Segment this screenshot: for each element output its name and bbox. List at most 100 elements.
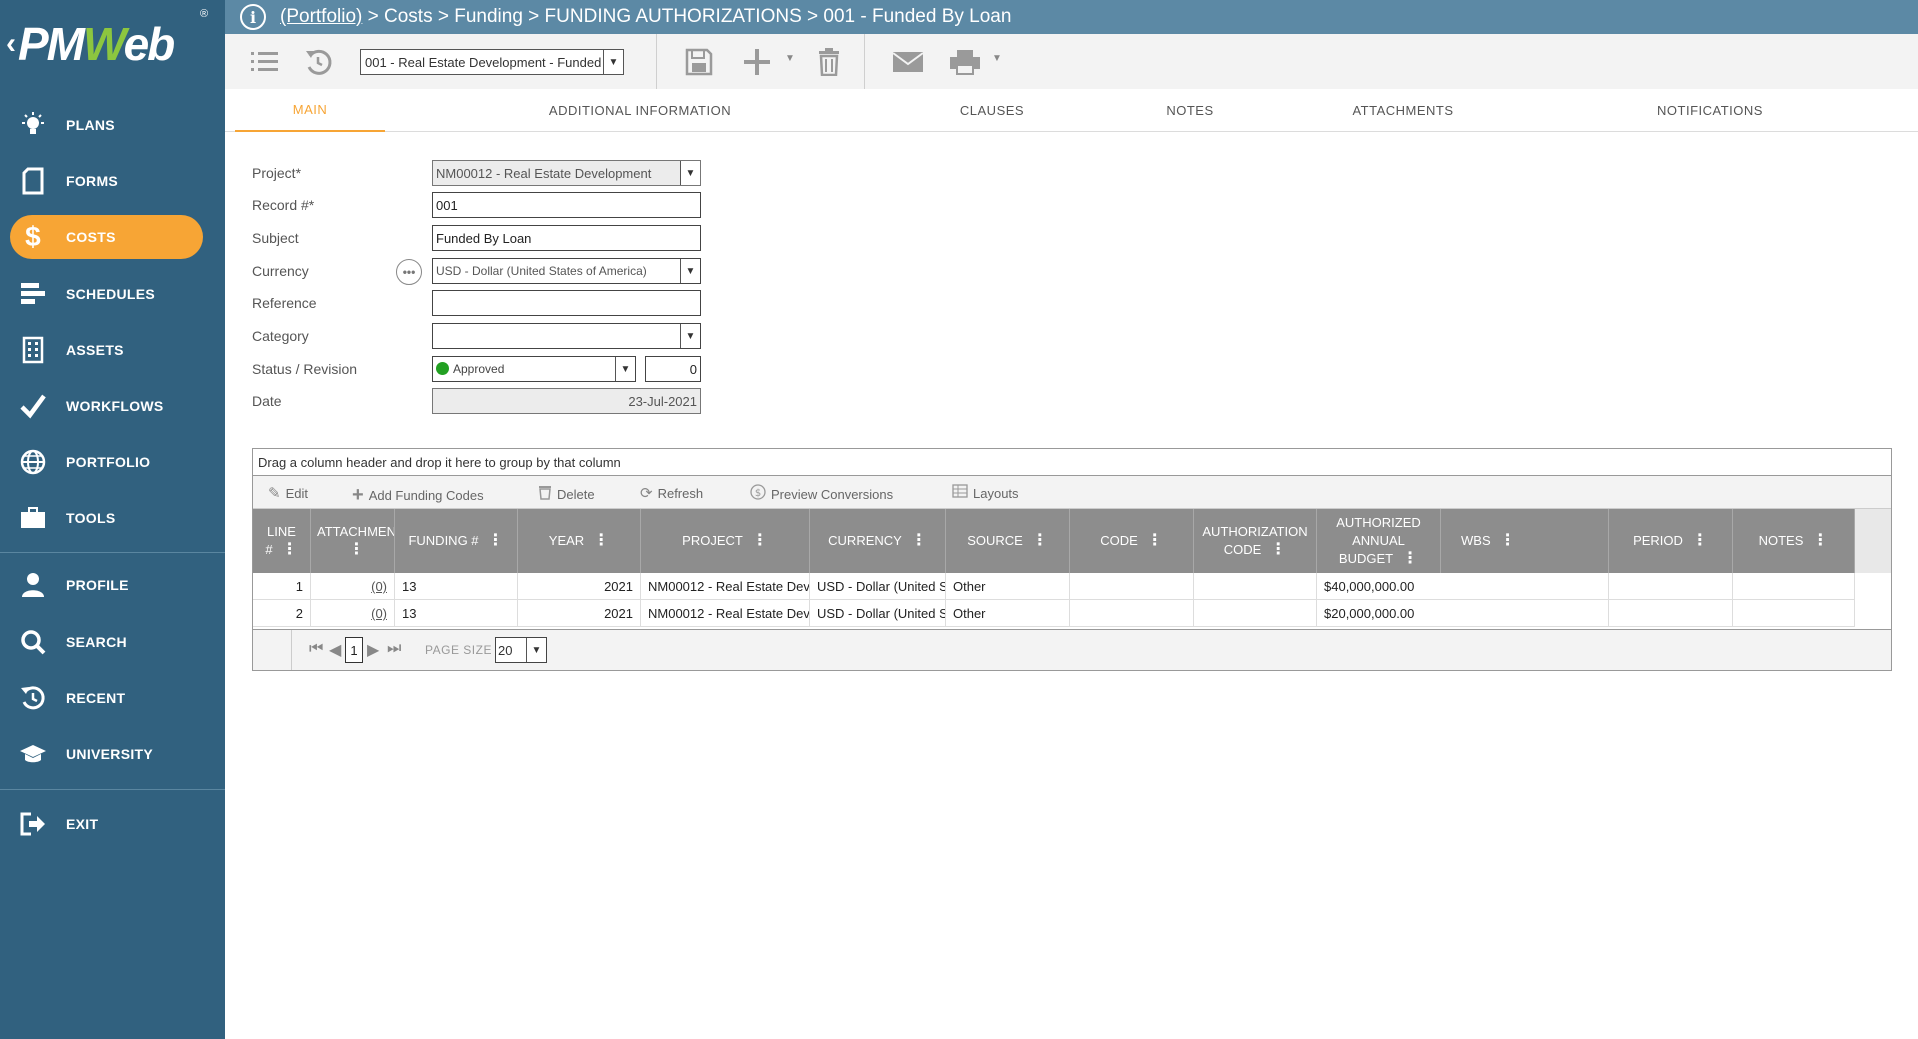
page-size-select[interactable]: 20 ▼ [495, 637, 547, 663]
column-header-source[interactable]: SOURCE ⋮ [946, 509, 1070, 573]
sidebar-item-exit[interactable]: EXIT [0, 802, 225, 846]
record-select[interactable]: 001 - Real Estate Development - Funded B… [360, 49, 624, 75]
chevron-down-icon[interactable]: ▼ [680, 324, 700, 348]
column-header-currency[interactable]: CURRENCY ⋮ [810, 509, 946, 573]
column-header-attachments[interactable]: ATTACHMEN ⋮ [311, 509, 395, 573]
status-select[interactable]: Approved ▼ [432, 356, 636, 382]
column-menu-icon[interactable]: ⋮ [1032, 532, 1048, 550]
column-header-period[interactable]: PERIOD ⋮ [1609, 509, 1733, 573]
delete-icon[interactable] [812, 45, 846, 79]
chevron-down-icon[interactable]: ▼ [526, 638, 546, 662]
first-page-icon[interactable]: ⏮ [309, 640, 323, 658]
edit-button[interactable]: ✎ Edit [268, 484, 308, 502]
cell-year: 2021 [518, 600, 641, 627]
column-menu-icon[interactable]: ⋮ [1147, 532, 1163, 550]
column-header-project[interactable]: PROJECT ⋮ [641, 509, 810, 573]
sidebar-item-plans[interactable]: PLANS [0, 103, 225, 147]
column-menu-icon[interactable]: ⋮ [282, 541, 298, 558]
add-icon[interactable] [740, 45, 774, 79]
building-icon [0, 336, 66, 364]
column-menu-icon[interactable]: ⋮ [1812, 532, 1828, 550]
column-menu-icon[interactable]: ⋮ [1270, 541, 1286, 558]
revision-field[interactable]: 0 [645, 356, 701, 382]
column-menu-icon[interactable]: ⋮ [488, 532, 504, 550]
tab-main[interactable]: MAIN [235, 89, 385, 132]
project-select[interactable]: NM00012 - Real Estate Development ▼ [432, 160, 701, 186]
sidebar-item-university[interactable]: UNIVERSITY [0, 732, 225, 776]
grid-pager: ⏮ ◀ 1 ▶ ⏭ PAGE SIZE 20 ▼ [253, 629, 1891, 670]
list-icon[interactable] [248, 45, 282, 79]
history-icon[interactable] [301, 45, 335, 79]
next-page-icon[interactable]: ▶ [367, 640, 379, 660]
sidebar-item-tools[interactable]: TOOLS [0, 496, 225, 540]
column-header-funding[interactable]: FUNDING # ⋮ [395, 509, 518, 573]
column-header-authorized-annual-budget[interactable]: AUTHORIZED ANNUAL BUDGET ⋮ [1317, 509, 1441, 573]
sidebar-item-assets[interactable]: ASSETS [0, 328, 225, 372]
column-header-notes[interactable]: NOTES ⋮ [1733, 509, 1855, 573]
chevron-down-icon[interactable]: ▼ [615, 357, 635, 381]
column-header-wbs[interactable]: WBS ⋮ [1441, 509, 1609, 573]
attachments-link[interactable]: (0) [371, 606, 387, 621]
print-menu-chevron-icon[interactable]: ▼ [992, 53, 1002, 64]
subject-field[interactable]: Funded By Loan [432, 225, 701, 251]
column-header-line[interactable]: LINE # ⋮ [253, 509, 311, 573]
tab-attachments[interactable]: ATTACHMENTS [1333, 89, 1473, 132]
sidebar-item-schedules[interactable]: SCHEDULES [0, 272, 225, 316]
group-by-drop-zone[interactable]: Drag a column header and drop it here to… [253, 449, 1891, 476]
column-menu-icon[interactable]: ⋮ [593, 532, 609, 550]
record-number-field[interactable]: 001 [432, 192, 701, 218]
column-menu-icon[interactable]: ⋮ [1692, 532, 1708, 550]
breadcrumb-portfolio-link[interactable]: (Portfolio) [280, 6, 362, 28]
lightbulb-icon [0, 111, 66, 139]
sidebar-item-search[interactable]: SEARCH [0, 620, 225, 664]
chevron-down-icon[interactable]: ▼ [603, 50, 623, 74]
column-header-authorization-code[interactable]: AUTHORIZATION CODE ⋮ [1194, 509, 1317, 573]
column-menu-icon[interactable]: ⋮ [911, 532, 927, 550]
sidebar-item-label: PROFILE [66, 577, 129, 593]
exit-icon [0, 811, 66, 837]
sidebar-item-profile[interactable]: PROFILE [0, 563, 225, 607]
table-row[interactable]: 1 (0) 13 2021 NM00012 - Real Estate Deve… [253, 573, 1855, 600]
sidebar-item-recent[interactable]: RECENT [0, 676, 225, 720]
back-chevron-icon[interactable]: ‹ [6, 27, 16, 61]
email-icon[interactable] [891, 45, 925, 79]
briefcase-icon [0, 506, 66, 530]
info-icon[interactable]: i [240, 4, 266, 30]
chevron-down-icon[interactable]: ▼ [680, 161, 700, 185]
sidebar-item-costs[interactable]: $ COSTS [0, 215, 225, 259]
tab-additional-information[interactable]: ADDITIONAL INFORMATION [525, 89, 755, 132]
date-field[interactable]: 23-Jul-2021 [432, 388, 701, 414]
category-select[interactable]: ▼ [432, 323, 701, 349]
add-funding-codes-button[interactable]: + Add Funding Codes [352, 484, 484, 507]
last-page-icon[interactable]: ⏭ [387, 640, 401, 658]
preview-conversions-button[interactable]: $ Preview Conversions [750, 484, 893, 504]
refresh-button[interactable]: ⟳ Refresh [640, 484, 703, 502]
currency-select[interactable]: USD - Dollar (United States of America) … [432, 258, 701, 284]
reference-field[interactable] [432, 290, 701, 316]
column-header-code[interactable]: CODE ⋮ [1070, 509, 1194, 573]
tab-notes[interactable]: NOTES [1140, 89, 1240, 132]
layouts-button[interactable]: Layouts [952, 484, 1019, 502]
chevron-down-icon[interactable]: ▼ [680, 259, 700, 283]
column-header-year[interactable]: YEAR ⋮ [518, 509, 641, 573]
column-menu-icon[interactable]: ⋮ [1402, 550, 1418, 567]
print-icon[interactable] [948, 45, 982, 79]
toolbar-divider [864, 34, 865, 89]
column-menu-icon[interactable]: ⋮ [1500, 532, 1516, 550]
sidebar-item-portfolio[interactable]: PORTFOLIO [0, 440, 225, 484]
column-menu-icon[interactable]: ⋮ [348, 541, 364, 559]
previous-page-icon[interactable]: ◀ [329, 640, 341, 660]
sidebar-item-forms[interactable]: FORMS [0, 159, 225, 203]
currency-more-icon[interactable]: ••• [396, 259, 422, 285]
attachments-link[interactable]: (0) [371, 579, 387, 594]
save-icon[interactable] [682, 45, 716, 79]
table-row[interactable]: 2 (0) 13 2021 NM00012 - Real Estate Deve… [253, 600, 1855, 627]
column-menu-icon[interactable]: ⋮ [752, 532, 768, 550]
add-menu-chevron-icon[interactable]: ▼ [785, 53, 795, 64]
delete-button[interactable]: Delete [538, 484, 595, 504]
pmweb-logo[interactable]: ‹ PMWeb ® [0, 0, 225, 88]
tab-notifications[interactable]: NOTIFICATIONS [1635, 89, 1785, 132]
tab-clauses[interactable]: CLAUSES [937, 89, 1047, 132]
sidebar-item-workflows[interactable]: WORKFLOWS [0, 384, 225, 428]
current-page-field[interactable]: 1 [345, 637, 363, 663]
